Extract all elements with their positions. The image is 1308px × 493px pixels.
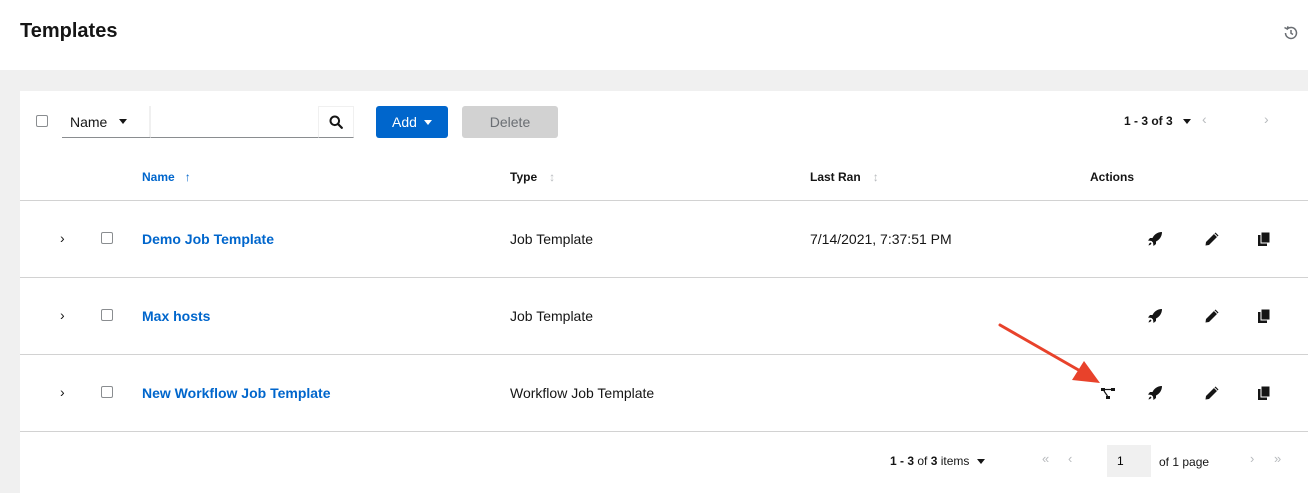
edit-icon[interactable]: [1204, 231, 1220, 247]
select-all-checkbox[interactable]: [36, 115, 48, 127]
add-button-label: Add: [392, 114, 417, 130]
bottom-pagination-toggle[interactable]: 1 - 3 of 3 items: [890, 454, 986, 468]
column-actions-label: Actions: [1090, 170, 1135, 184]
delete-button-label: Delete: [489, 114, 531, 130]
caret-down-icon: [977, 458, 986, 464]
page-number-input[interactable]: [1107, 445, 1151, 477]
row-checkbox[interactable]: [101, 386, 113, 398]
row-divider: [20, 354, 1308, 355]
column-header-name[interactable]: Name ↑: [142, 170, 191, 184]
search-input[interactable]: [150, 106, 318, 138]
edit-icon[interactable]: [1204, 308, 1220, 324]
top-pagination-toggle[interactable]: 1 - 3 of 3: [1124, 114, 1191, 128]
caret-down-icon: [423, 119, 432, 125]
template-name-link[interactable]: Max hosts: [142, 308, 210, 324]
template-type: Job Template: [510, 308, 594, 324]
edit-icon[interactable]: [1204, 385, 1220, 401]
copy-icon[interactable]: [1256, 308, 1272, 324]
column-header-type[interactable]: Type ↕: [510, 170, 555, 184]
page-header: Templates: [0, 0, 1308, 70]
filter-attribute-label: Name: [70, 113, 108, 130]
page-count-label: of 1 page: [1159, 455, 1210, 469]
search-icon: [329, 115, 343, 129]
column-header-last-ran[interactable]: Last Ran ↕: [810, 170, 879, 184]
row-checkbox[interactable]: [101, 232, 113, 244]
pagination-range: 1 - 3: [890, 454, 915, 468]
pagination-items: items: [940, 454, 970, 468]
page-title: Templates: [20, 20, 118, 42]
expand-row-icon[interactable]: ›: [60, 384, 65, 400]
previous-page-icon[interactable]: ‹: [1202, 111, 1207, 127]
search-button[interactable]: [318, 106, 354, 138]
column-name-label: Name: [142, 170, 175, 184]
expand-row-icon[interactable]: ›: [60, 230, 65, 246]
template-type: Job Template: [510, 231, 594, 247]
template-name-link[interactable]: Demo Job Template: [142, 231, 274, 247]
launch-icon[interactable]: [1147, 308, 1163, 324]
column-last-ran-label: Last Ran: [810, 170, 861, 184]
row-divider: [20, 431, 1308, 432]
templates-card: Name Add Delete 1 - 3 of 3 ‹ › Name ↑ Typ…: [20, 91, 1308, 493]
copy-icon[interactable]: [1256, 231, 1272, 247]
caret-down-icon: [119, 119, 128, 124]
visualizer-icon[interactable]: [1100, 385, 1116, 401]
launch-icon[interactable]: [1147, 385, 1163, 401]
previous-page-icon[interactable]: ‹: [1068, 451, 1072, 466]
pagination-total: 3: [930, 454, 938, 468]
row-divider: [20, 277, 1308, 278]
launch-icon[interactable]: [1147, 231, 1163, 247]
row-checkbox[interactable]: [101, 309, 113, 321]
last-page-icon[interactable]: »: [1274, 451, 1281, 466]
header-divider: [20, 200, 1308, 201]
first-page-icon[interactable]: «: [1042, 451, 1049, 466]
sort-ascending-icon: ↑: [184, 170, 191, 184]
column-header-actions: Actions: [1090, 170, 1134, 184]
pagination-of: of: [917, 454, 928, 468]
sort-icon: ↕: [549, 170, 556, 184]
add-button[interactable]: Add: [376, 106, 448, 138]
template-last-ran: 7/14/2021, 7:37:51 PM: [810, 231, 952, 247]
next-page-icon[interactable]: ›: [1250, 451, 1254, 466]
filter-attribute-select[interactable]: Name: [62, 106, 150, 138]
expand-row-icon[interactable]: ›: [60, 307, 65, 323]
history-icon[interactable]: [1282, 24, 1300, 42]
caret-down-icon: [1182, 118, 1191, 124]
template-name-link[interactable]: New Workflow Job Template: [142, 385, 331, 401]
next-page-icon[interactable]: ›: [1264, 111, 1269, 127]
delete-button[interactable]: Delete: [462, 106, 558, 138]
template-type: Workflow Job Template: [510, 385, 655, 401]
column-type-label: Type: [510, 170, 538, 184]
sort-icon: ↕: [872, 170, 879, 184]
top-pagination-label: 1 - 3 of 3: [1124, 114, 1173, 128]
copy-icon[interactable]: [1256, 385, 1272, 401]
